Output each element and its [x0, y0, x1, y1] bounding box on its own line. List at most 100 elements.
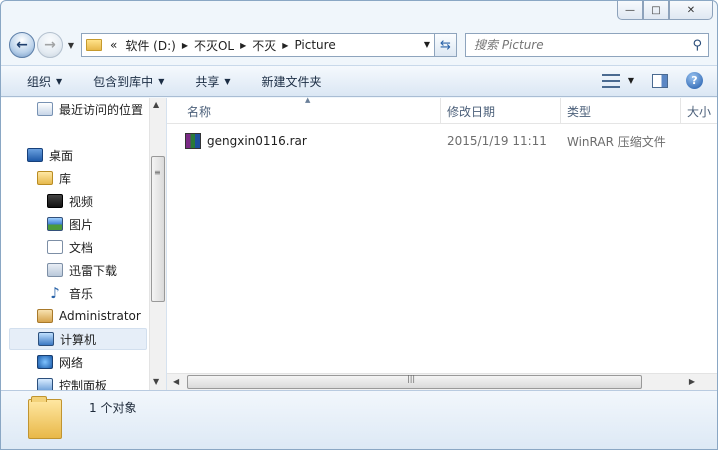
breadcrumb-buomie-ol[interactable]: 不灭OL: [194, 37, 234, 54]
nav-item-recent-places[interactable]: 最近访问的位置: [37, 98, 143, 120]
column-type-label: 类型: [567, 104, 592, 119]
minimize-button[interactable]: —: [617, 1, 643, 20]
file-name: gengxin0116.rar: [207, 134, 307, 148]
back-button[interactable]: ←: [9, 32, 35, 58]
back-arrow-icon: ←: [16, 37, 28, 53]
chevron-right-icon[interactable]: ▶: [182, 41, 188, 50]
column-size-label: 大小: [687, 104, 712, 119]
scroll-left-arrow-icon[interactable]: ◀: [173, 377, 179, 386]
horizontal-scrollbar[interactable]: ◀ ||| ▶: [167, 373, 717, 390]
chevron-right-icon[interactable]: ▶: [282, 41, 288, 50]
video-icon: [47, 194, 63, 208]
nav-item-label: 网络: [59, 355, 84, 370]
change-view-icon[interactable]: [601, 73, 620, 88]
rar-archive-icon: [185, 133, 201, 149]
nav-item-documents[interactable]: 文档: [47, 236, 93, 258]
share-label: 共享: [195, 74, 220, 89]
new-folder-button[interactable]: 新建文件夹: [262, 73, 322, 90]
include-in-library-menu[interactable]: 包含到库中 ▼: [93, 73, 164, 90]
grip-icon: ≡: [154, 168, 161, 177]
maximize-button[interactable]: □: [643, 1, 669, 20]
file-list: ▲ 名称 修改日期 类型 大小 gengxin0116.rar 2015/1/1…: [167, 96, 717, 390]
nav-item-pictures[interactable]: 图片: [47, 213, 93, 235]
forward-button[interactable]: →: [37, 32, 63, 58]
item-count: 1 个对象: [89, 401, 137, 415]
help-icon[interactable]: ?: [686, 72, 703, 89]
nav-item-video[interactable]: 视频: [47, 190, 93, 212]
recent-pages-dropdown[interactable]: ▼: [65, 41, 77, 50]
command-bar: 组织 ▼ 包含到库中 ▼ 共享 ▼ 新建文件夹 ▼ ?: [1, 65, 717, 97]
share-menu[interactable]: 共享 ▼: [195, 73, 230, 90]
scroll-down-arrow-icon[interactable]: ▼: [153, 377, 159, 386]
column-header-name[interactable]: 名称: [181, 98, 441, 124]
search-input[interactable]: [474, 38, 674, 52]
file-row[interactable]: gengxin0116.rar: [185, 130, 307, 152]
refresh-icon: ⇆: [440, 37, 451, 53]
nav-item-administrator[interactable]: Administrator: [37, 305, 141, 327]
control-panel-icon: [37, 378, 53, 390]
desktop-icon: [27, 148, 43, 162]
chevron-down-icon: ▼: [224, 76, 231, 86]
nav-item-label: Administrator: [59, 309, 141, 323]
breadcrumb-picture[interactable]: Picture: [294, 38, 335, 52]
close-button[interactable]: ✕: [669, 1, 713, 20]
file-type: WinRAR 压缩文件: [567, 134, 666, 149]
chevron-right-icon[interactable]: ▶: [240, 41, 246, 50]
picture-icon: [47, 217, 63, 231]
network-icon: [37, 355, 53, 369]
nav-pane-scrollbar[interactable]: ▲ ≡ ▼: [149, 98, 166, 390]
details-pane: 1 个对象: [1, 390, 717, 449]
search-box[interactable]: ⚲: [465, 33, 709, 57]
column-header-type[interactable]: 类型: [561, 98, 681, 124]
xunlei-icon: [47, 263, 63, 277]
address-bar[interactable]: « 软件 (D:) ▶ 不灭OL ▶ 不灭 ▶ Picture ▼: [81, 33, 435, 57]
navigation-pane: 最近访问的位置 桌面 库 视频 图片 文档 迅雷下载 ♪ 音乐 Administr…: [1, 98, 167, 390]
address-history-dropdown[interactable]: ▼: [424, 40, 430, 49]
music-icon: ♪: [50, 284, 60, 302]
chevron-down-icon: ▼: [158, 76, 165, 86]
organize-menu[interactable]: 组织 ▼: [27, 73, 62, 90]
nav-item-xunlei-downloads[interactable]: 迅雷下载: [47, 259, 117, 281]
breadcrumb-buomie[interactable]: 不灭: [252, 37, 276, 54]
column-header-date[interactable]: 修改日期: [441, 98, 561, 124]
file-modified-date: 2015/1/19 11:11: [447, 134, 547, 148]
column-header-size[interactable]: 大小: [681, 98, 717, 124]
view-controls: ▼ ?: [601, 72, 703, 89]
nav-item-network[interactable]: 网络: [37, 351, 83, 373]
chevron-down-icon: ▼: [56, 76, 63, 86]
nav-item-label: 迅雷下载: [69, 263, 118, 278]
search-icon[interactable]: ⚲: [692, 38, 702, 53]
nav-item-label: 桌面: [49, 148, 74, 163]
caption-buttons: — □ ✕: [617, 1, 713, 20]
nav-item-label: 音乐: [69, 286, 94, 301]
scrollbar-thumb[interactable]: [151, 156, 165, 302]
breadcrumb-overflow[interactable]: «: [110, 38, 117, 52]
nav-item-label: 计算机: [60, 332, 97, 347]
nav-item-label: 图片: [69, 217, 94, 232]
nav-item-control-panel[interactable]: 控制面板: [37, 374, 107, 390]
nav-item-computer[interactable]: 计算机: [9, 328, 147, 350]
refresh-button[interactable]: ⇆: [435, 33, 457, 57]
scroll-up-arrow-icon[interactable]: ▲: [153, 100, 159, 109]
user-icon: [37, 309, 53, 323]
nav-item-library[interactable]: 库: [37, 167, 71, 189]
library-icon: [37, 171, 53, 185]
grip-icon: |||: [407, 374, 416, 383]
breadcrumb-drive[interactable]: 软件 (D:): [125, 37, 175, 54]
include-in-library-label: 包含到库中: [93, 74, 154, 89]
new-folder-label: 新建文件夹: [261, 74, 322, 89]
view-options-dropdown[interactable]: ▼: [628, 76, 634, 85]
address-row: ← → ▼ « 软件 (D:) ▶ 不灭OL ▶ 不灭 ▶ Picture ▼ …: [9, 31, 709, 59]
nav-item-label: 文档: [69, 240, 94, 255]
column-headers: ▲ 名称 修改日期 类型 大小: [167, 96, 717, 124]
scroll-right-arrow-icon[interactable]: ▶: [689, 377, 695, 386]
nav-item-music[interactable]: ♪ 音乐: [47, 282, 93, 304]
folder-icon: [28, 396, 62, 439]
explorer-window: — □ ✕ ← → ▼ « 软件 (D:) ▶ 不灭OL ▶ 不灭 ▶ Pict…: [0, 0, 718, 450]
recent-places-icon: [37, 102, 53, 116]
nav-item-label: 最近访问的位置: [59, 102, 144, 117]
nav-item-desktop[interactable]: 桌面: [27, 144, 73, 166]
organize-label: 组织: [27, 74, 52, 89]
column-date-label: 修改日期: [447, 104, 496, 119]
preview-pane-icon[interactable]: [652, 73, 668, 88]
